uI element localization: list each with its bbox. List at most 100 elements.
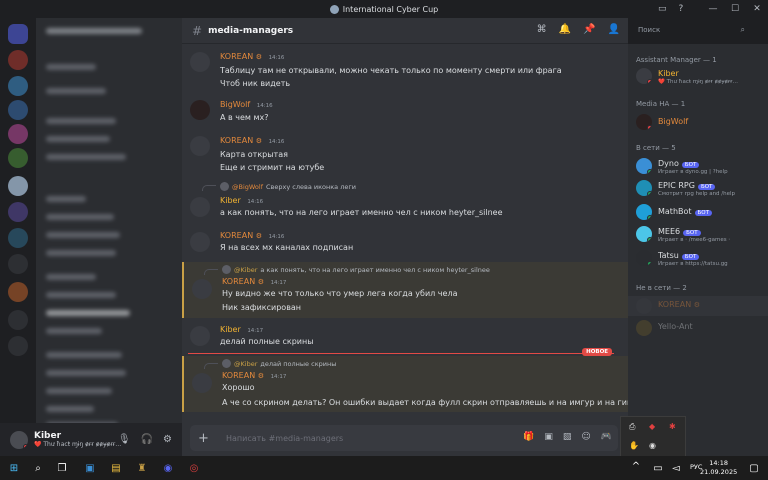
threads-icon[interactable]: ⌘ [537, 24, 547, 35]
usb-icon[interactable]: ⎙ [629, 422, 635, 432]
avatar [636, 68, 652, 84]
member-item[interactable]: Yello-Ant [636, 318, 766, 340]
avatar[interactable] [190, 232, 210, 252]
reply-preview[interactable]: @Kiber делай полные скрины [222, 359, 336, 368]
close-button[interactable]: ✕ [746, 0, 768, 18]
message-list: KOREAN ⚙ 14:16 Таблицу там не открывали,… [182, 44, 628, 423]
attach-plus-button[interactable]: + [198, 431, 216, 446]
member-item[interactable]: Tatsu БОТ Играет в https://tatsu.gg [636, 248, 766, 270]
add-server-icon[interactable] [8, 310, 28, 330]
help-icon[interactable]: ? [679, 4, 684, 14]
server-icon[interactable] [8, 50, 28, 70]
role-badge-icon: ⚙ [257, 372, 265, 380]
message-author[interactable]: BigWolf [220, 100, 250, 109]
minimize-button[interactable]: — [702, 0, 724, 18]
member-item[interactable]: Dyno БОТ Играет в dyno.gg | ?help [636, 156, 766, 178]
discord-tray-icon[interactable]: ◉ [649, 441, 656, 450]
message-author[interactable]: KOREAN [220, 52, 253, 61]
member-item[interactable]: Kiber ❤️ Thư ħacŧ ɱɨŋ ɇɍɍ ɇɇɏɇɍɍ… [636, 66, 766, 88]
message-input[interactable]: + Написать #media-managers 🎁 ▣ ▧ ☺ 🎮 [190, 425, 618, 451]
server-icon[interactable] [8, 124, 28, 144]
message-author[interactable]: KOREAN [220, 136, 253, 145]
clock-date: 21.09.2025 [700, 468, 738, 476]
avatar[interactable] [190, 52, 210, 72]
avatar[interactable] [190, 197, 210, 217]
controller-icon[interactable]: 🎮 [601, 432, 612, 442]
message-author[interactable]: Kiber [220, 325, 241, 334]
member-group-header: Media HA — 1 [636, 100, 686, 108]
member-item[interactable]: EPIC RPG БОТ Смотрит rpg help and /help [636, 178, 766, 200]
discover-icon[interactable] [8, 336, 28, 356]
tray-chevron-icon[interactable]: ^ [628, 458, 644, 474]
search-input[interactable]: Поиск ⌕ [632, 23, 750, 39]
server-icon[interactable] [8, 228, 28, 248]
volume-icon[interactable]: ◅ [668, 460, 684, 476]
headphones-icon[interactable]: 🎧 [141, 434, 153, 445]
pin-icon[interactable]: 📌 [583, 24, 595, 35]
clock[interactable]: 14:18 21.09.2025 [700, 459, 737, 477]
reply-author: @BigWolf [232, 182, 264, 191]
app-tray-icon[interactable]: ✋ [629, 441, 639, 450]
server-icon-active[interactable] [8, 176, 28, 196]
gear-icon[interactable]: ⚙ [163, 434, 172, 445]
app-tray-icon[interactable]: ✱ [669, 422, 676, 431]
discord-taskbar-icon[interactable]: ◉ [160, 460, 176, 476]
mic-icon[interactable]: 🎙 [118, 434, 131, 445]
server-rail [0, 18, 36, 456]
member-name: Tatsu [658, 251, 679, 260]
avatar[interactable] [190, 326, 210, 346]
server-icon[interactable] [8, 148, 28, 168]
server-icon[interactable] [8, 254, 28, 274]
search-icon[interactable]: ⌕ [30, 460, 46, 476]
message-author[interactable]: KOREAN [220, 231, 253, 240]
message-author[interactable]: KOREAN [222, 277, 255, 286]
window-titlebar: International Cyber Cup ▭ ? — ☐ ✕ [0, 0, 768, 18]
sticker-icon[interactable]: ▧ [563, 432, 572, 442]
hash-icon: # [192, 23, 203, 38]
app-tray-icon[interactable]: ◆ [649, 422, 655, 431]
server-icon[interactable] [8, 100, 28, 120]
message-text: Хорошо [222, 383, 255, 392]
member-item[interactable]: MathBot БОТ [636, 202, 766, 224]
server-icon[interactable] [8, 202, 28, 222]
task-view-icon[interactable]: ❐ [54, 460, 70, 476]
reply-preview[interactable]: @Kiber а как понять, что на лего играет … [222, 265, 490, 274]
message-text: а как понять, что на лего играет именно … [220, 208, 503, 217]
explorer-icon[interactable]: ▤ [108, 460, 124, 476]
message-author[interactable]: Kiber [220, 196, 241, 205]
avatar[interactable] [190, 136, 210, 156]
message: KOREAN ⚙ 14:16 Таблицу там не открывали,… [182, 48, 628, 88]
network-icon[interactable]: ▭ [650, 460, 666, 476]
notifications-icon[interactable]: ▢ [746, 460, 762, 476]
role-badge-icon: ⚙ [255, 137, 263, 145]
chrome-icon[interactable]: ◎ [186, 460, 202, 476]
emoji-icon[interactable]: ☺ [581, 432, 590, 442]
avatar[interactable] [10, 430, 28, 449]
app-icon[interactable]: ▣ [82, 460, 98, 476]
bell-icon[interactable]: 🔔 [559, 24, 571, 35]
maximize-button[interactable]: ☐ [724, 0, 746, 18]
server-icon[interactable] [8, 76, 28, 96]
home-icon[interactable] [8, 24, 28, 44]
message-time: 14:17 [247, 328, 264, 334]
member-item[interactable]: KOREAN ⚙ [636, 296, 766, 318]
reply-preview[interactable]: @BigWolf Сверху слева иконка леги [220, 182, 356, 191]
server-icon[interactable] [8, 282, 28, 302]
gift-icon[interactable]: 🎁 [523, 432, 534, 442]
avatar [636, 298, 652, 314]
message-mention: @Kiber а как понять, что на лего играет … [182, 262, 628, 318]
member-item[interactable]: MEE6 БОТ Играет в ⋅ /mee6-games ⋅ [636, 224, 766, 246]
avatar[interactable] [192, 373, 212, 393]
member-item[interactable]: BigWolf [636, 112, 766, 134]
member-name: MEE6 [658, 227, 681, 236]
avatar[interactable] [190, 100, 210, 120]
start-icon[interactable]: ⊞ [6, 460, 22, 476]
user-status: ❤️ Thư ħacŧ ɱɨŋ ɇɍɍ ɇɇɏɇɍɍ… [34, 441, 122, 448]
gif-icon[interactable]: ▣ [544, 432, 553, 442]
app-icon[interactable]: ♜ [134, 460, 150, 476]
avatar[interactable] [192, 279, 212, 299]
members-icon[interactable]: 👤 [608, 24, 620, 35]
inbox-icon[interactable]: ▭ [658, 4, 667, 14]
role-badge-icon: ⚙ [257, 278, 265, 286]
message-author[interactable]: KOREAN [222, 371, 255, 380]
